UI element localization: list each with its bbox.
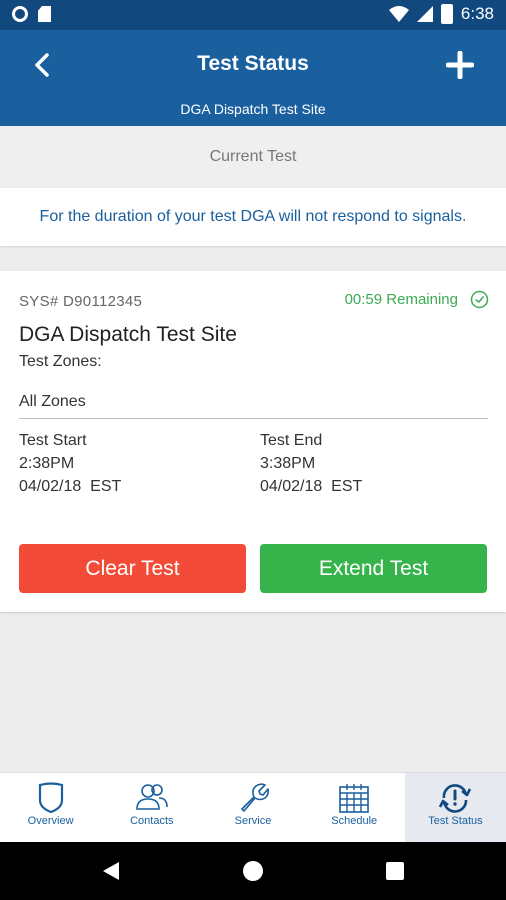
test-status-icon [439,784,472,813]
test-start-date: 04/02/18 EST [19,478,122,495]
nav-label: Service [234,815,272,827]
nav-item-contacts[interactable]: Contacts [101,773,202,842]
test-end-time: 3:38PM [260,455,316,472]
system-number: SYS# D90112345 [19,293,143,310]
nav-label: Test Status [428,815,483,827]
contacts-icon [135,784,168,810]
nav-label: Contacts [130,815,174,827]
status-bar: 6:38 [0,0,506,30]
bottom-navigation: Overview Contacts Service Schedule Test … [0,772,506,842]
system-back-icon[interactable] [101,861,121,881]
test-start-time: 2:38PM [19,455,75,472]
calendar-icon [339,784,370,813]
system-home-icon[interactable] [243,861,263,881]
time-remaining: 00:59 Remaining [344,291,458,308]
sd-card-icon [38,6,51,22]
page-title: Test Status [197,52,309,75]
nav-item-overview[interactable]: Overview [0,773,101,842]
nav-item-schedule[interactable]: Schedule [304,773,405,842]
test-notice: For the duration of your test DGA will n… [0,188,506,246]
shield-icon [38,782,63,814]
test-end-date: 04/02/18 EST [260,478,363,495]
notification-circle-icon [12,6,28,22]
section-label: Current Test [0,126,506,188]
system-recents-icon[interactable] [386,862,404,880]
test-card: SYS# D90112345 00:59 Remaining DGA Dispa… [0,271,506,612]
add-icon[interactable] [446,51,474,79]
extend-test-button[interactable]: Extend Test [260,544,487,593]
nav-label: Overview [27,815,74,827]
signal-icon [416,6,433,22]
test-start-label: Test Start [19,432,87,449]
page-subtitle: DGA Dispatch Test Site [180,101,326,117]
site-name: DGA Dispatch Test Site [19,323,237,346]
battery-icon [440,4,453,24]
clear-test-button[interactable]: Clear Test [19,544,246,593]
nav-label: Schedule [331,815,378,827]
test-end-label: Test End [260,432,323,449]
nav-item-service[interactable]: Service [202,773,303,842]
wifi-icon [388,6,409,22]
system-navigation-bar [0,842,506,900]
divider [19,418,488,419]
app-header: Test Status DGA Dispatch Test Site [0,30,506,126]
status-time: 6:38 [460,4,494,23]
test-start-block: Test Start 2:38PM 04/02/18 EST [19,429,121,498]
test-end-block: Test End 3:38PM 04/02/18 EST [260,429,362,498]
wrench-icon [241,783,269,812]
test-zones-label: Test Zones: [19,353,102,370]
nav-item-test-status[interactable]: Test Status [404,773,506,842]
clock-icon [470,290,489,309]
test-zones-value: All Zones [19,393,86,410]
